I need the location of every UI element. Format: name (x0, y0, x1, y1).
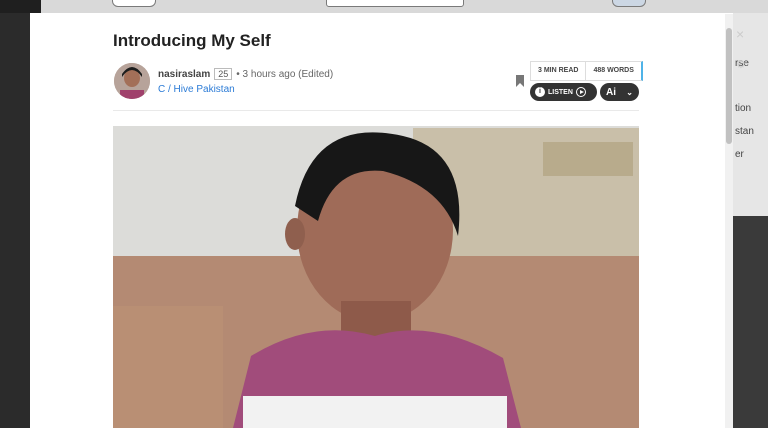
listen-button[interactable]: i LISTEN (530, 83, 597, 101)
info-icon: i (535, 87, 545, 97)
read-time: 3 MIN READ (538, 67, 579, 74)
background-pill-button[interactable] (112, 0, 156, 7)
listen-label: LISTEN (548, 88, 573, 96)
avatar[interactable] (114, 63, 150, 99)
post-image (113, 126, 639, 428)
background-right-sidebar (733, 13, 768, 216)
background-sidebar-text-3: stan (735, 126, 754, 137)
post-modal: Introducing My Self nasiraslam 25 • 3 ho… (30, 13, 733, 428)
bookmark-icon[interactable] (516, 75, 524, 87)
ai-label: Ai (606, 86, 616, 98)
close-icon[interactable]: × (736, 26, 744, 42)
community-link[interactable]: C / Hive Pakistan (158, 84, 235, 95)
scrollbar-thumb[interactable] (726, 28, 732, 144)
background-sidebar-text-2: tion (735, 103, 752, 114)
word-count: 488 WORDS (585, 62, 640, 80)
post-time: • 3 hours ago (Edited) (236, 68, 334, 80)
post-stats: 3 MIN READ 488 WORDS (530, 61, 643, 81)
divider (113, 110, 639, 111)
author-name[interactable]: nasiraslam (158, 69, 210, 80)
background-sidebar-text-4: er (735, 149, 744, 160)
post-title: Introducing My Self (113, 31, 271, 50)
avatar-image (114, 63, 150, 99)
reputation-badge: 25 (214, 68, 233, 80)
background-search-box[interactable] (326, 0, 464, 7)
ai-button[interactable]: Ai ⌄ (600, 83, 639, 101)
background-left-dark (0, 0, 41, 13)
background-toggle[interactable] (612, 0, 646, 7)
chevron-down-icon: ⌄ (626, 87, 633, 97)
author-row: nasiraslam 25 • 3 hours ago (Edited) (158, 68, 333, 80)
play-icon (575, 87, 586, 97)
gear-icon[interactable]: ⚙ (736, 58, 746, 71)
